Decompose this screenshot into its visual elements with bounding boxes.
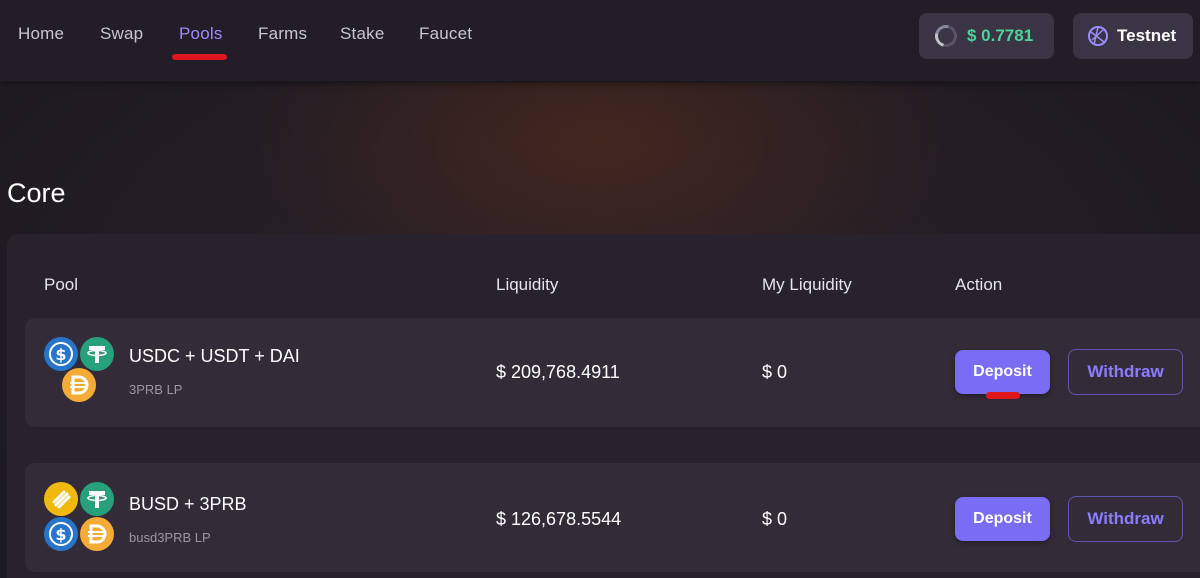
usdt-icon [80,482,114,516]
column-header-action: Action [955,275,1003,294]
nav-stake[interactable]: Stake [340,24,384,48]
section-title: Core [7,178,66,208]
annotation-underline-deposit [986,392,1020,399]
annotation-underline-pools [172,54,227,60]
busd-icon [44,482,78,516]
globe-icon [1087,25,1109,47]
top-nav: Home Swap Pools Farms Stake Faucet $ 0.7… [0,0,1200,82]
nav-faucet[interactable]: Faucet [419,24,472,48]
token-price-button[interactable]: $ 0.7781 [919,13,1054,59]
nav-swap[interactable]: Swap [100,24,143,48]
pool-liquidity: $ 126,678.5544 [496,509,622,529]
pool-lp-label: busd3PRB LP [129,530,211,545]
pool-name: BUSD + 3PRB [129,494,247,514]
usdc-icon: $ [44,337,78,371]
dai-icon [80,517,114,551]
withdraw-button[interactable]: Withdraw [1068,496,1183,542]
column-header-pool: Pool [44,275,79,294]
usdt-icon [80,337,114,371]
network-label: Testnet [1117,26,1177,45]
dai-icon [62,368,96,402]
deposit-button[interactable]: Deposit [955,497,1050,541]
my-liquidity: $ 0 [762,509,788,529]
usdc-icon: $ [44,517,78,551]
pool-name: USDC + USDT + DAI [129,346,300,366]
pool-liquidity: $ 209,768.4911 [496,362,620,382]
nav-home[interactable]: Home [18,24,64,48]
my-liquidity: $ 0 [762,362,788,382]
nav-farms[interactable]: Farms [258,24,307,48]
deposit-button[interactable]: Deposit [955,350,1050,394]
svg-text:$: $ [55,345,66,364]
token-logo-icon [930,20,962,52]
withdraw-button[interactable]: Withdraw [1068,349,1183,395]
token-price: $ 0.7781 [967,26,1034,45]
column-header-liquidity: Liquidity [496,275,559,294]
pool-lp-label: 3PRB LP [129,382,183,397]
svg-text:$: $ [55,525,66,544]
network-button[interactable]: Testnet [1073,13,1193,59]
nav-pools[interactable]: Pools [179,24,223,48]
column-header-my-liquidity: My Liquidity [762,275,852,294]
